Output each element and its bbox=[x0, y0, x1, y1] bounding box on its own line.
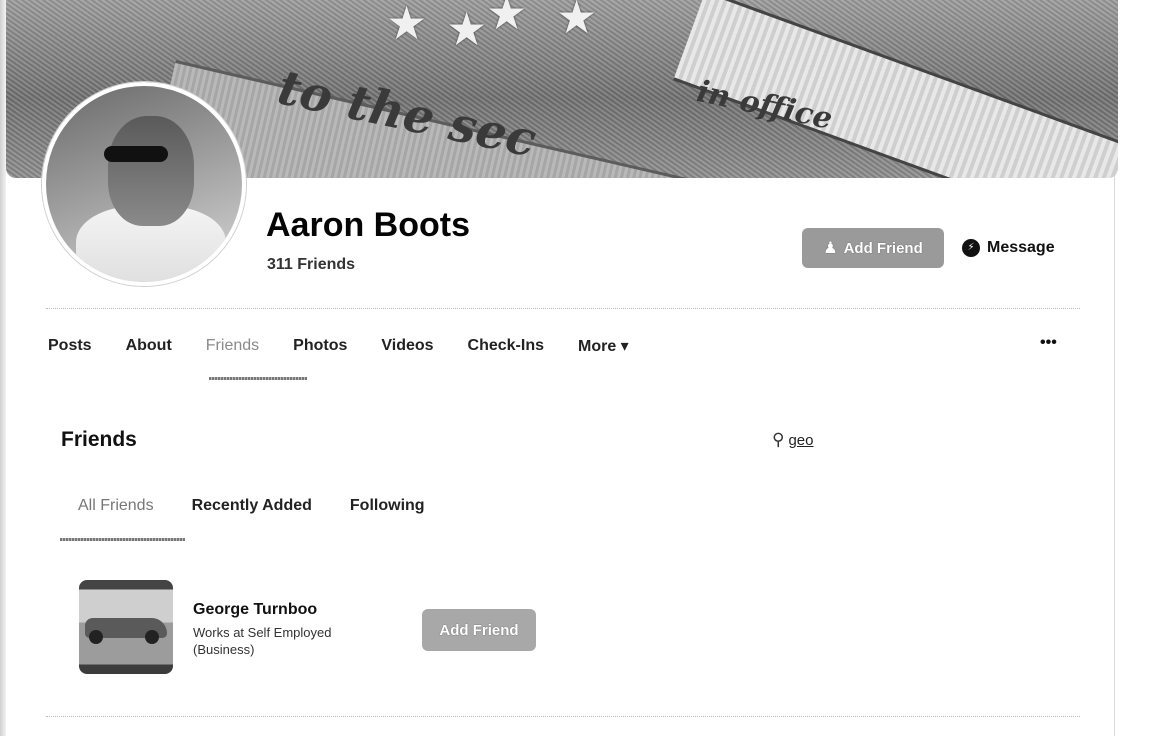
more-options-icon[interactable]: ••• bbox=[1040, 334, 1057, 352]
person-add-icon: ♟ bbox=[823, 240, 838, 257]
friends-search[interactable]: ⚲ geo bbox=[772, 430, 813, 450]
tab-more-dropdown[interactable]: More ▾ bbox=[578, 336, 629, 356]
friends-count-link[interactable]: 311 Friends bbox=[267, 256, 355, 274]
profile-tabs: Posts About Friends Photos Videos Check-… bbox=[48, 334, 663, 358]
friend-name-link[interactable]: George Turnboo bbox=[193, 601, 317, 619]
friend-photo[interactable] bbox=[79, 580, 173, 674]
friends-subtabs: All Friends Recently Added Following bbox=[78, 497, 463, 515]
add-friend-label: Add Friend bbox=[843, 239, 923, 257]
friend-add-friend-button[interactable]: Add Friend bbox=[422, 609, 536, 651]
message-label: Message bbox=[987, 239, 1055, 256]
profile-name: Aaron Boots bbox=[266, 206, 470, 244]
friend-work-line: Works at Self Employed bbox=[193, 625, 332, 640]
star-icon: ★ bbox=[486, 0, 528, 39]
search-input[interactable]: geo bbox=[788, 432, 813, 449]
active-subtab-indicator bbox=[60, 538, 185, 541]
tab-posts[interactable]: Posts bbox=[48, 337, 92, 355]
wheel-shape bbox=[89, 630, 103, 644]
avatar-sunglasses bbox=[104, 146, 168, 162]
star-icon: ★ bbox=[556, 0, 598, 43]
add-friend-button[interactable]: ♟ Add Friend bbox=[802, 228, 944, 268]
friend-work-info: Works at Self Employed (Business) bbox=[193, 624, 393, 658]
star-icon: ★ bbox=[386, 0, 428, 49]
profile-avatar[interactable] bbox=[42, 82, 246, 286]
subtab-recently-added[interactable]: Recently Added bbox=[192, 497, 312, 515]
window-right-edge bbox=[1114, 0, 1151, 736]
subtab-all-friends[interactable]: All Friends bbox=[78, 497, 154, 515]
tab-about[interactable]: About bbox=[126, 337, 172, 355]
subtab-following[interactable]: Following bbox=[350, 497, 425, 515]
messenger-icon: ⚡ bbox=[962, 239, 980, 257]
active-tab-indicator bbox=[209, 377, 307, 380]
avatar-head bbox=[108, 116, 194, 226]
star-icon: ★ bbox=[446, 3, 488, 55]
tab-check-ins[interactable]: Check-Ins bbox=[468, 337, 544, 355]
friend-work-line: (Business) bbox=[193, 642, 255, 657]
message-button[interactable]: ⚡ Message bbox=[962, 228, 1072, 268]
search-icon: ⚲ bbox=[772, 430, 785, 449]
tab-photos[interactable]: Photos bbox=[293, 337, 347, 355]
tab-friends[interactable]: Friends bbox=[206, 337, 259, 355]
wheel-shape bbox=[145, 630, 159, 644]
profile-page: ★ ★ ★ ★ to the sec in office Aaron Boots… bbox=[0, 0, 1151, 736]
friends-section-title: Friends bbox=[61, 428, 137, 451]
header-divider bbox=[46, 308, 1080, 309]
footer-divider bbox=[46, 716, 1080, 717]
tab-videos[interactable]: Videos bbox=[381, 337, 433, 355]
